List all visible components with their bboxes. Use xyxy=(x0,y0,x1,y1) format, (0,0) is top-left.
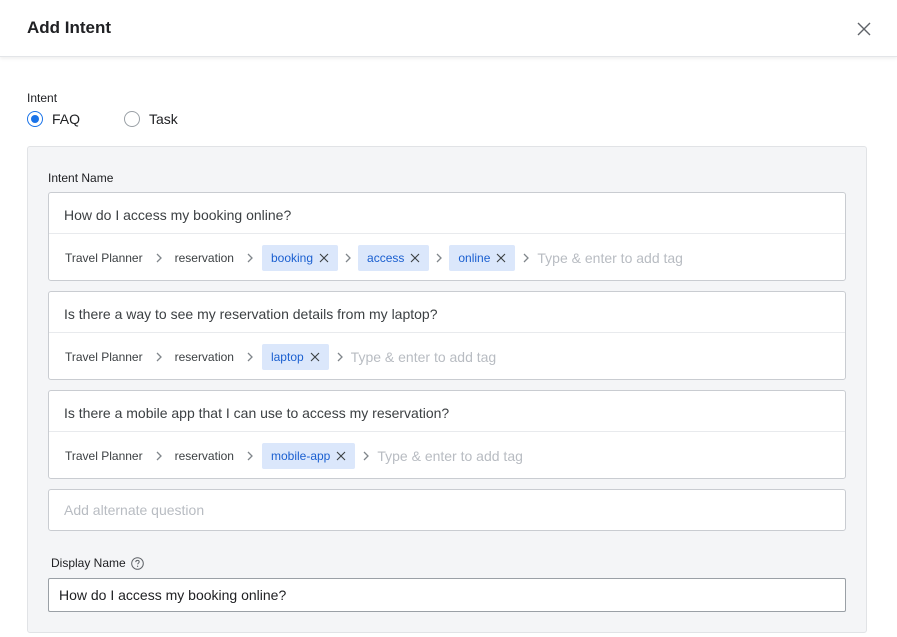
chevron-right-icon xyxy=(247,253,253,263)
dialog-header: Add Intent xyxy=(0,0,897,57)
question-text[interactable]: How do I access my booking online? xyxy=(64,207,291,223)
tag-chip: booking xyxy=(261,245,339,271)
chevron-right-icon xyxy=(156,451,162,461)
add-intent-dialog: Add Intent Intent FAQ Task Intent Name H… xyxy=(0,0,897,637)
tag-input[interactable] xyxy=(537,250,728,266)
tag-input[interactable] xyxy=(350,349,541,365)
intent-type-label: Intent xyxy=(27,91,58,105)
intent-form-panel: Intent Name How do I access my booking o… xyxy=(27,146,867,633)
tag-label: laptop xyxy=(270,350,304,364)
crumb-travel-planner: Travel Planner xyxy=(65,251,143,265)
help-circle-icon[interactable] xyxy=(130,556,144,570)
radio-task[interactable]: Task xyxy=(124,111,178,127)
card-divider xyxy=(49,431,845,432)
crumb-travel-planner: Travel Planner xyxy=(65,350,143,364)
tag-chip: laptop xyxy=(261,344,329,370)
tag-label: access xyxy=(367,251,405,265)
chevron-right-icon xyxy=(363,451,370,461)
crumb-reservation: reservation xyxy=(174,251,234,265)
close-button[interactable] xyxy=(853,18,875,40)
tag-remove-button[interactable] xyxy=(310,352,320,362)
close-icon xyxy=(857,22,871,36)
crumb-reservation: reservation xyxy=(174,350,234,364)
tag-remove-button[interactable] xyxy=(319,253,329,263)
chevron-right-icon xyxy=(156,253,162,263)
tag-remove-button[interactable] xyxy=(410,253,420,263)
question-card: Is there a way to see my reservation det… xyxy=(48,291,846,380)
tag-remove-button[interactable] xyxy=(336,451,346,461)
tag-label: booking xyxy=(270,251,314,265)
crumb-reservation: reservation xyxy=(174,449,234,463)
tag-row: Travel Planner reservation booking acces… xyxy=(65,245,728,271)
tag-chip: access xyxy=(358,245,430,271)
chevron-right-icon xyxy=(345,253,351,263)
tag-label: online xyxy=(458,251,491,265)
chevron-right-icon xyxy=(436,253,443,263)
radio-faq-label: FAQ xyxy=(52,111,81,127)
display-name-input[interactable] xyxy=(48,578,846,612)
alternate-question-input[interactable] xyxy=(48,489,846,531)
dialog-title: Add Intent xyxy=(27,18,112,37)
chevron-right-icon xyxy=(156,352,162,362)
radio-faq-circle[interactable] xyxy=(27,111,43,127)
close-icon xyxy=(497,253,506,263)
tag-row: Travel Planner reservation mobile-app xyxy=(65,443,568,469)
tag-row: Travel Planner reservation laptop xyxy=(65,344,541,370)
question-card: Is there a mobile app that I can use to … xyxy=(48,390,846,479)
intent-type-radio-group: FAQ Task xyxy=(27,111,178,127)
question-card: How do I access my booking online? Trave… xyxy=(48,192,846,281)
close-icon xyxy=(410,253,420,263)
radio-task-circle[interactable] xyxy=(124,111,141,127)
tag-input[interactable] xyxy=(377,448,568,464)
card-divider xyxy=(49,332,845,333)
chevron-right-icon xyxy=(523,253,530,263)
question-text[interactable]: Is there a mobile app that I can use to … xyxy=(64,405,449,421)
tag-chip: online xyxy=(449,245,516,271)
display-name-label-wrap: Display Name xyxy=(51,556,144,570)
chevron-right-icon xyxy=(337,352,343,362)
radio-task-label: Task xyxy=(149,111,178,127)
chevron-right-icon xyxy=(247,451,253,461)
chevron-right-icon xyxy=(247,352,253,362)
display-name-label: Display Name xyxy=(51,556,126,570)
close-icon xyxy=(310,352,320,362)
tag-chip: mobile-app xyxy=(261,443,356,469)
tag-remove-button[interactable] xyxy=(496,253,506,263)
close-icon xyxy=(336,451,346,461)
question-text[interactable]: Is there a way to see my reservation det… xyxy=(64,306,438,322)
tag-label: mobile-app xyxy=(270,449,331,463)
radio-faq[interactable]: FAQ xyxy=(27,111,80,127)
intent-name-label: Intent Name xyxy=(48,171,114,185)
card-divider xyxy=(49,233,845,234)
crumb-travel-planner: Travel Planner xyxy=(65,449,143,463)
close-icon xyxy=(319,253,329,263)
